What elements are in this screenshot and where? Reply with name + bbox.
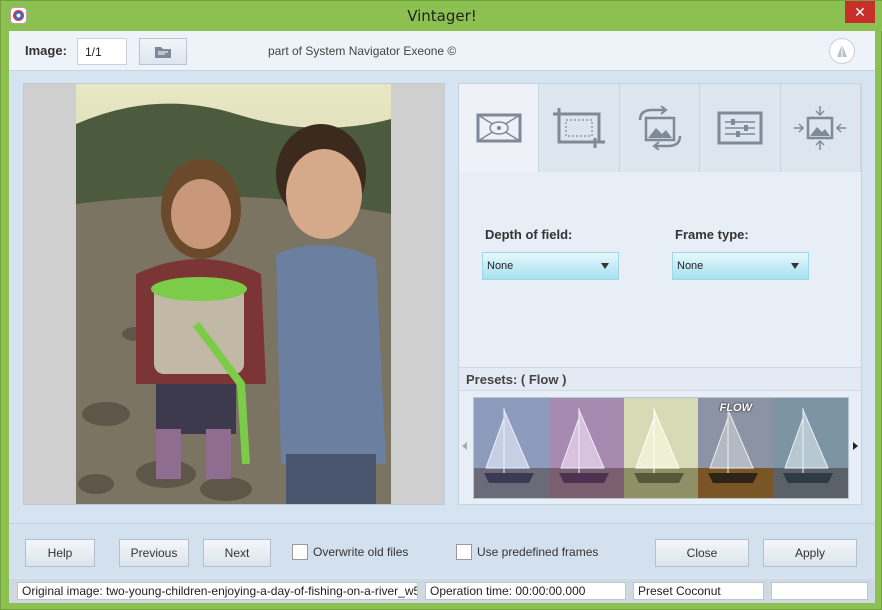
close-button[interactable]: Close: [655, 539, 749, 567]
next-button[interactable]: Next: [203, 539, 271, 567]
status-preset: Preset Coconut: [633, 582, 764, 600]
predefined-frames-checkbox[interactable]: [456, 544, 472, 560]
sail-logo-icon: [829, 38, 855, 64]
overwrite-label: Overwrite old files: [313, 545, 409, 559]
status-original-image: Original image: two-young-children-enjoy…: [17, 582, 418, 600]
effects-tabs: [459, 84, 862, 172]
client-area: Image: 1/1 part of System Navigator Exeo…: [9, 31, 875, 603]
presets-label: Presets: ( Flow ): [466, 372, 567, 387]
preset-thumb[interactable]: [773, 398, 848, 498]
help-button[interactable]: Help: [25, 539, 95, 567]
predefined-frames-label: Use predefined frames: [477, 545, 599, 559]
close-window-button[interactable]: ✕: [845, 1, 875, 23]
status-bar: Original image: two-young-children-enjoy…: [9, 579, 875, 603]
tab-crop[interactable]: [539, 84, 620, 172]
depth-of-field-select[interactable]: None: [482, 252, 619, 280]
previous-button[interactable]: Previous: [119, 539, 189, 567]
rotate-image-icon: [638, 106, 681, 150]
frame-type-label: Frame type:: [675, 227, 749, 242]
image-index-field[interactable]: 1/1: [77, 38, 127, 65]
apply-button[interactable]: Apply: [763, 539, 857, 567]
preset-flow-label: FLOW: [719, 402, 752, 414]
credit-text: part of System Navigator Exeone ©: [268, 44, 457, 58]
frame-type-value: None: [677, 260, 704, 272]
depth-of-field-label: Depth of field:: [485, 227, 573, 242]
preset-thumb[interactable]: FLOW: [698, 398, 774, 498]
image-preview-pane: [23, 83, 445, 505]
top-toolbar: Image: 1/1 part of System Navigator Exeo…: [9, 31, 875, 71]
preset-thumb[interactable]: [623, 398, 699, 498]
depth-of-field-value: None: [487, 260, 514, 272]
frame-type-select[interactable]: None: [672, 252, 809, 280]
window-title: Vintager!: [407, 7, 477, 25]
open-folder-button[interactable]: [139, 38, 187, 65]
presets-strip: FLOW: [473, 397, 849, 499]
tab-rotate[interactable]: [619, 84, 701, 172]
tab-adjust[interactable]: [700, 84, 781, 172]
status-extra: [771, 582, 868, 600]
preview-photo: [76, 84, 391, 504]
resize-image-icon: [794, 106, 847, 150]
status-operation-time: Operation time: 00:00:00.000: [425, 582, 626, 600]
chevron-down-icon: [601, 263, 609, 269]
tab-vignette[interactable]: [459, 84, 540, 172]
image-label: Image:: [25, 43, 67, 58]
presets-prev-arrow-icon[interactable]: [462, 442, 467, 450]
tab-resize[interactable]: [780, 84, 862, 172]
folder-icon: [155, 46, 171, 58]
crop-icon: [553, 108, 606, 148]
chevron-down-icon: [791, 263, 799, 269]
overwrite-checkbox[interactable]: [292, 544, 308, 560]
presets-header: Presets: ( Flow ): [459, 367, 861, 391]
sliders-icon: [717, 111, 763, 145]
vignette-icon: [476, 113, 522, 143]
title-bar[interactable]: Vintager! ✕: [1, 1, 882, 31]
app-window: Vintager! ✕ Image: 1/1 part of System Na…: [0, 0, 882, 610]
preset-thumb[interactable]: [548, 398, 624, 498]
bottom-toolbar: Help Previous Next Overwrite old files U…: [9, 523, 875, 577]
preset-thumb[interactable]: [474, 398, 549, 498]
presets-next-arrow-icon[interactable]: [853, 442, 858, 450]
effects-panel: Depth of field: None Frame type: None Pr…: [458, 83, 862, 505]
